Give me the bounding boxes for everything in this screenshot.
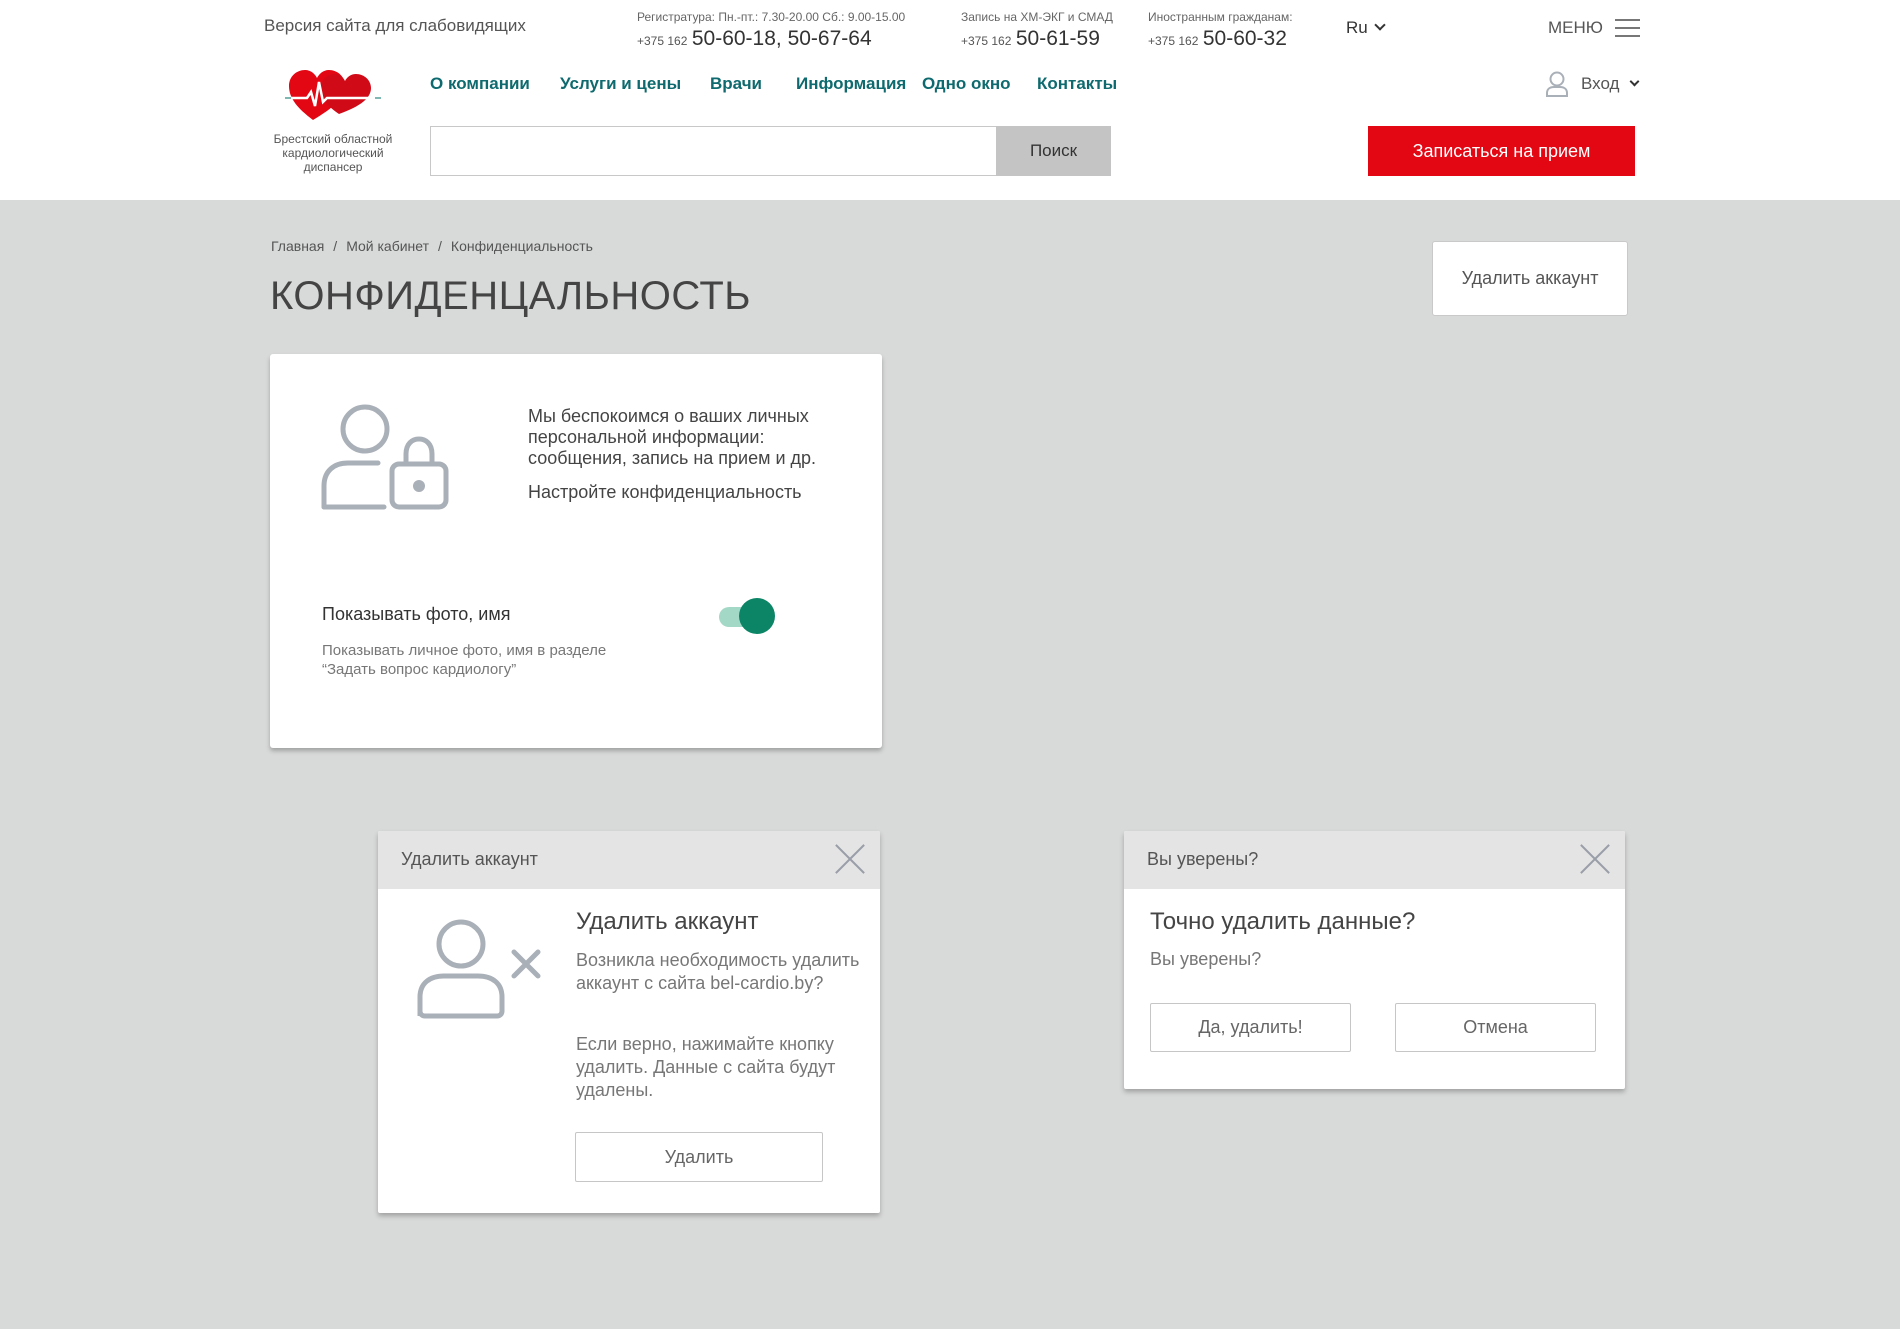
phone-prefix: +375 162 (1148, 34, 1199, 48)
nav-contacts[interactable]: Контакты (1037, 74, 1117, 94)
breadcrumb: Главная / Мой кабинет / Конфиденциальность (271, 238, 593, 254)
dialog-paragraph: Если верно, нажимайте кнопку удалить. Да… (576, 1034, 836, 1100)
phone-holter: Запись на ХМ-ЭКГ и СМАД +375 162 50-61-5… (961, 9, 1113, 53)
breadcrumb-separator: / (438, 238, 442, 254)
nav-about[interactable]: О компании (430, 74, 530, 94)
show-photo-label: Показывать фото, имя (322, 604, 511, 624)
login-button[interactable]: Вход (1545, 71, 1640, 97)
phone-number[interactable]: 50-61-59 (1016, 27, 1100, 50)
close-icon[interactable] (834, 843, 866, 875)
site-header: Версия сайта для слабовидящих Регистрату… (0, 0, 1900, 200)
phone-number[interactable]: 50-60-32 (1203, 27, 1287, 50)
page-title: КОНФИДЕНЦАЛЬНОСТЬ (270, 274, 752, 318)
toggle-knob (739, 598, 775, 634)
cancel-button[interactable]: Отмена (1395, 1003, 1596, 1052)
logo[interactable]: Брестский областной кардиологический дис… (262, 62, 404, 180)
close-icon[interactable] (1579, 843, 1611, 875)
nav-doctors[interactable]: Врачи (710, 74, 762, 94)
delete-button[interactable]: Удалить (575, 1132, 823, 1182)
low-vision-link[interactable]: Версия сайта для слабовидящих (264, 16, 526, 36)
language-value: Ru (1346, 18, 1368, 37)
privacy-description: Мы беспокоимся о ваших личных персональн… (528, 406, 817, 468)
phone-prefix: +375 162 (961, 34, 1012, 48)
user-lock-icon (321, 404, 449, 510)
phone-prefix: +375 162 (637, 34, 688, 48)
language-selector[interactable]: Ru (1346, 18, 1386, 38)
dialog-header-title: Удалить аккаунт (401, 849, 538, 869)
login-label: Вход (1581, 74, 1620, 93)
dialog-header: Вы уверены? (1124, 831, 1625, 889)
breadcrumb-current: Конфиденциальность (450, 238, 593, 254)
phone-foreigners: Иностранным гражданам: +375 162 50-60-32 (1148, 9, 1293, 53)
phone-label: Иностранным гражданам: (1148, 10, 1293, 24)
breadcrumb-cabinet[interactable]: Мой кабинет (346, 238, 429, 254)
delete-account-dialog: Удалить аккаунт Удалить аккаунт Возникла… (378, 831, 880, 1213)
confirm-delete-dialog: Вы уверены? Точно удалить данные? Вы уве… (1124, 831, 1625, 1089)
user-icon (1546, 71, 1568, 97)
phone-number[interactable]: 50-60-18, 50-67-64 (692, 27, 872, 50)
appointment-button[interactable]: Записаться на прием (1368, 126, 1635, 176)
hamburger-icon (1614, 19, 1640, 37)
search-button[interactable]: Поиск (996, 126, 1111, 176)
privacy-card: Мы беспокоимся о ваших личных персональн… (270, 354, 882, 748)
phone-label: Регистратура: Пн.-пт.: 7.30-20.00 Сб.: 9… (637, 10, 906, 24)
dialog-header: Удалить аккаунт (378, 831, 880, 889)
show-photo-description: Показывать личное фото, имя в разделе “З… (322, 642, 607, 678)
dialog-paragraph: Возникла необходимость удалить аккаунт с… (576, 950, 860, 993)
confirm-delete-button[interactable]: Да, удалить! (1150, 1003, 1351, 1052)
menu-button[interactable]: МЕНЮ (1548, 18, 1640, 38)
dialog-subtitle: Вы уверены? (1150, 949, 1262, 969)
nav-information[interactable]: Информация (796, 74, 906, 94)
chevron-down-icon (1374, 19, 1386, 31)
search-input[interactable] (430, 126, 997, 176)
delete-account-button[interactable]: Удалить аккаунт (1432, 241, 1628, 316)
breadcrumb-home[interactable]: Главная (271, 238, 324, 254)
dialog-title: Точно удалить данные? (1150, 908, 1416, 935)
phone-registry: Регистратура: Пн.-пт.: 7.30-20.00 Сб.: 9… (637, 9, 905, 53)
dialog-header-title: Вы уверены? (1147, 849, 1259, 869)
phone-label: Запись на ХМ-ЭКГ и СМАД (961, 10, 1113, 24)
logo-text: Брестский областной кардиологический дис… (273, 132, 393, 174)
menu-label: МЕНЮ (1548, 18, 1603, 37)
breadcrumb-separator: / (333, 238, 338, 254)
dialog-title: Удалить аккаунт (576, 908, 759, 935)
privacy-subtitle: Настройте конфиденциальность (528, 482, 802, 502)
chevron-down-icon (1630, 76, 1640, 86)
nav-services[interactable]: Услуги и цены (560, 74, 681, 94)
heart-logo-icon (285, 70, 381, 120)
user-remove-icon (417, 919, 541, 1019)
show-photo-toggle[interactable] (719, 598, 775, 634)
nav-one-window[interactable]: Одно окно (922, 74, 1011, 94)
